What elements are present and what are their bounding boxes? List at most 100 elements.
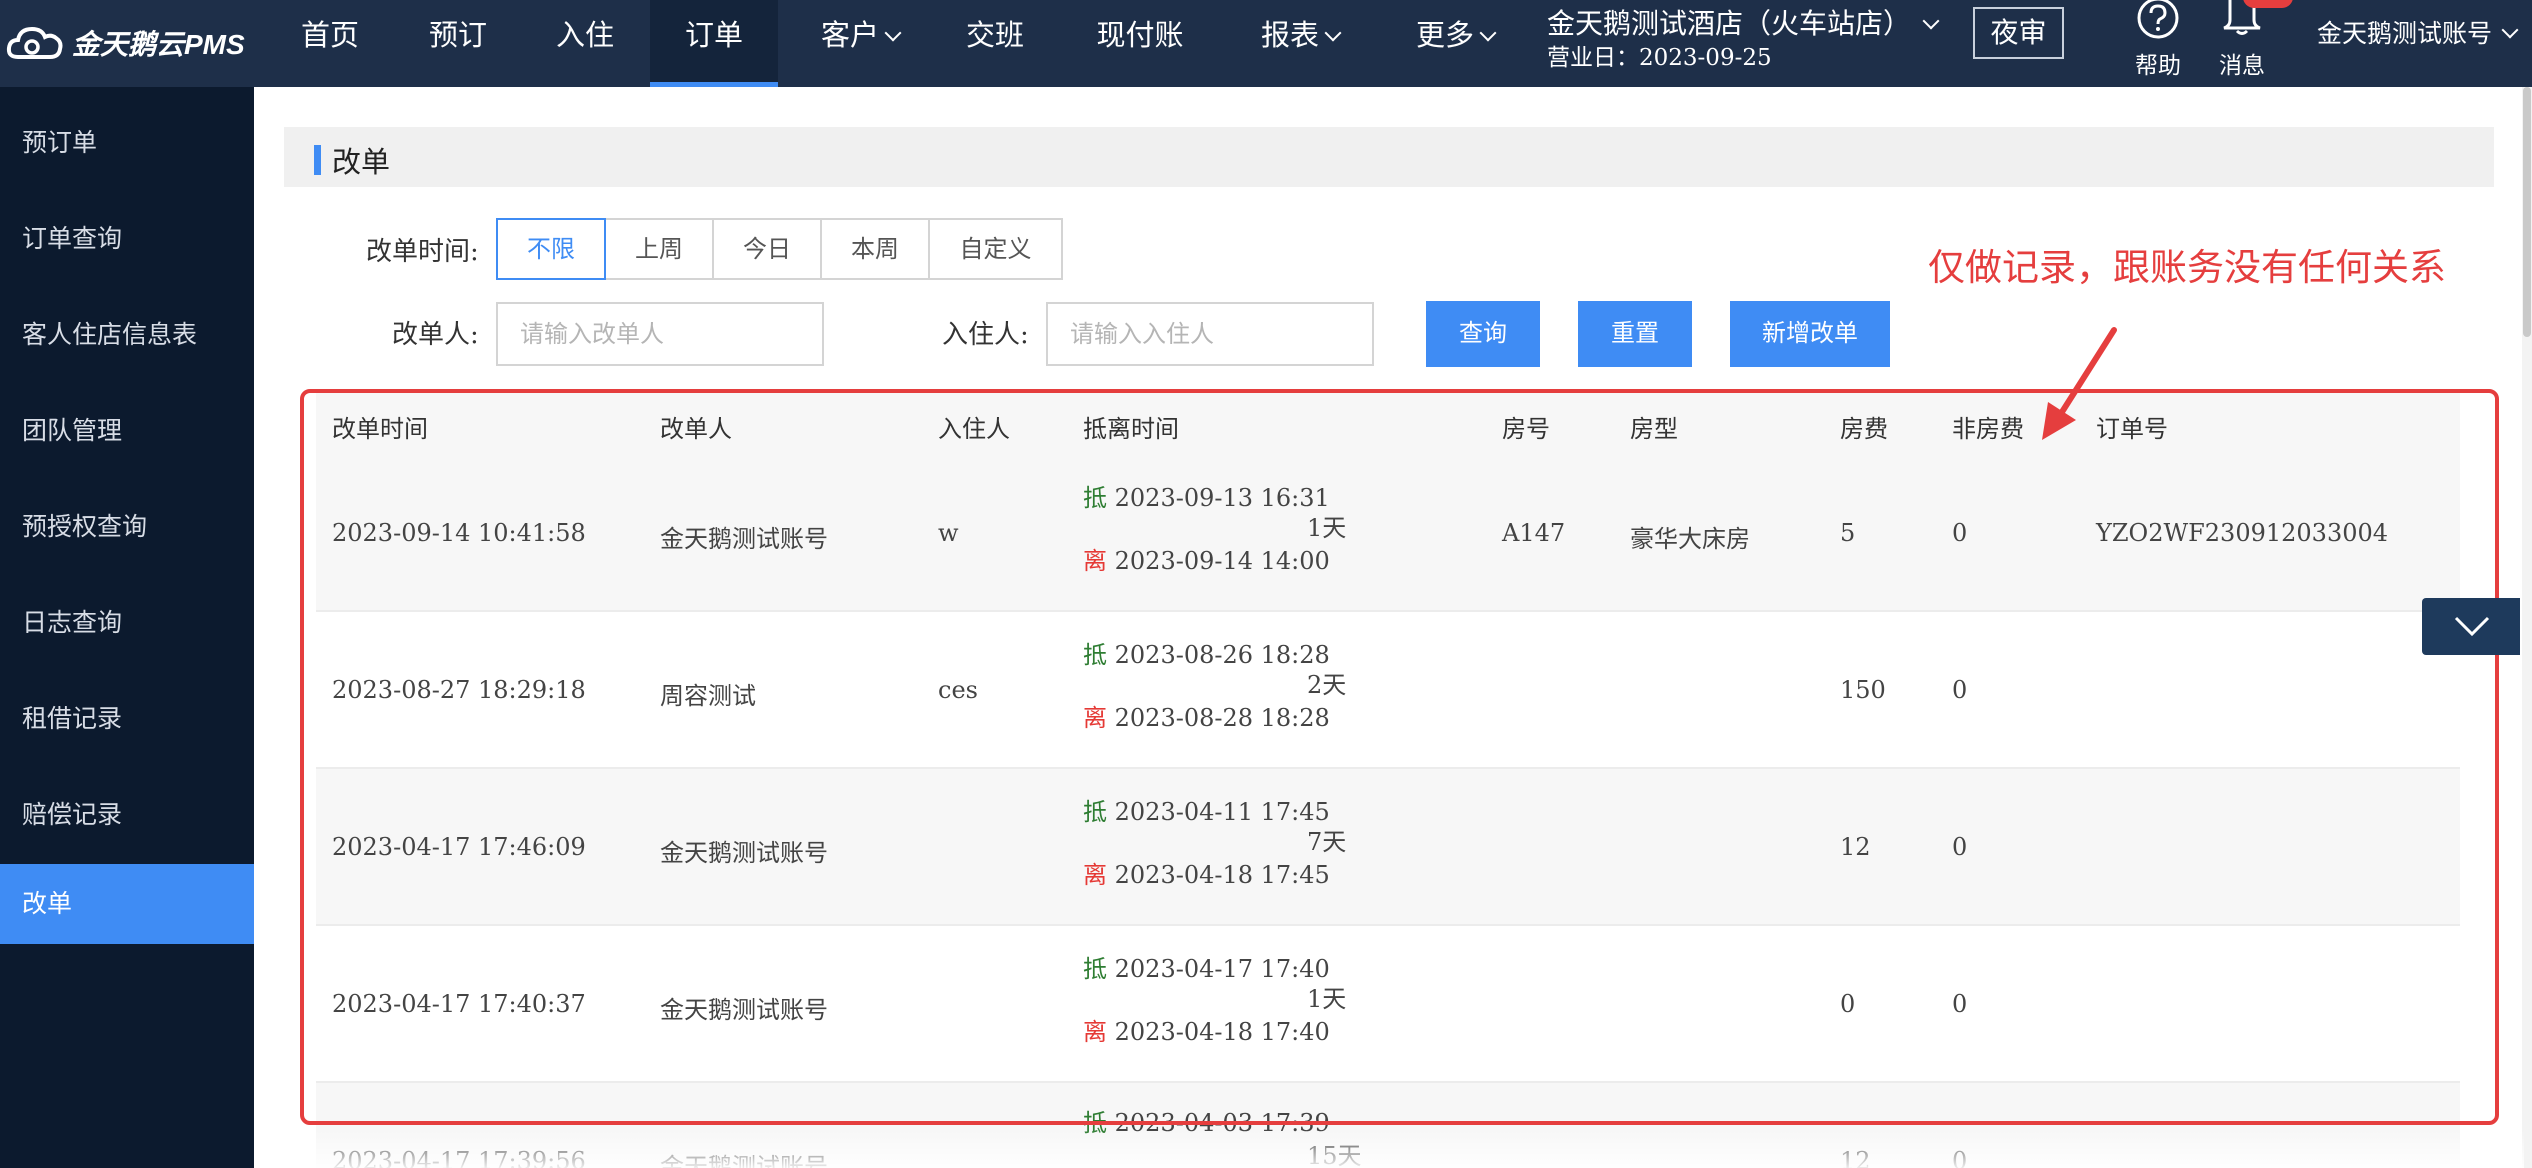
account-menu[interactable]: 金天鹅测试账号 xyxy=(2317,14,2519,50)
cell-change-time: 2023-08-27 18:29:18 xyxy=(332,676,586,704)
depart-tag: 离 xyxy=(1083,704,1107,732)
nav-cash-accounts[interactable]: 现付账 xyxy=(1085,0,1195,87)
nav-label: 交班 xyxy=(965,18,1024,52)
cell-modifier: 金天鹅测试账号 xyxy=(660,525,828,553)
cell-modifier: 金天鹅测试账号 xyxy=(660,1153,828,1168)
cell-room-fee: 0 xyxy=(1840,990,1856,1018)
table-row[interactable]: 2023-09-14 10:41:58 金天鹅测试账号 w 抵 2023-09-… xyxy=(316,455,2460,612)
reset-button[interactable]: 重置 xyxy=(1578,301,1692,367)
hotel-name: 金天鹅测试酒店（火车站店） xyxy=(1547,7,1912,40)
sidebar-item-compensation-records[interactable]: 赔偿记录 xyxy=(0,775,254,855)
table-row[interactable]: 2023-04-17 17:39:56 金天鹅测试账号 抵 2023-04-03… xyxy=(316,1083,2460,1168)
cell-change-time: 2023-09-14 10:41:58 xyxy=(332,519,586,547)
arrive-tag: 抵 xyxy=(1083,1109,1107,1137)
sidebar-item-rental-records[interactable]: 租借记录 xyxy=(0,679,254,759)
chevron-down-icon xyxy=(2501,21,2519,39)
sidebar-item-group-management[interactable]: 团队管理 xyxy=(0,391,254,471)
col-room-no: 房号 xyxy=(1502,415,1550,443)
arrive-tag: 抵 xyxy=(1083,641,1107,669)
cell-other-fee: 0 xyxy=(1952,990,1968,1018)
nav-customers[interactable]: 客户 xyxy=(805,0,915,87)
cell-other-fee: 0 xyxy=(1952,1147,1968,1168)
sidebar-item-label: 团队管理 xyxy=(22,416,123,445)
cell-depart: 离 2023-04-18 17:40 xyxy=(1083,1012,1330,1047)
cloud-logo-icon xyxy=(6,26,63,59)
cell-arrive: 抵 2023-08-26 18:28 xyxy=(1083,635,1330,670)
change-time-label: 改单时间: xyxy=(366,237,479,267)
annotation-arrow-icon xyxy=(2042,327,2117,440)
add-order-change-button[interactable]: 新增改单 xyxy=(1730,301,1890,367)
nav-more[interactable]: 更多 xyxy=(1400,0,1510,87)
cell-arrive: 抵 2023-04-17 17:40 xyxy=(1083,949,1330,984)
arrive-time: 2023-04-17 17:40 xyxy=(1114,955,1330,983)
scrollbar-thumb[interactable] xyxy=(2523,87,2531,337)
sidebar-item-label: 赔偿记录 xyxy=(22,800,123,829)
col-stay-dates: 抵离时间 xyxy=(1083,415,1179,443)
sidebar-item-label: 预授权查询 xyxy=(22,512,148,541)
chevron-down-icon xyxy=(884,24,902,42)
time-filter-today[interactable]: 今日 xyxy=(712,218,822,280)
nav-reports[interactable]: 报表 xyxy=(1245,0,1355,87)
business-date: 营业日：2023-09-25 xyxy=(1547,45,1772,71)
vertical-scrollbar[interactable] xyxy=(2522,87,2532,1168)
sidebar-item-preauth-search[interactable]: 预授权查询 xyxy=(0,487,254,567)
app-logo[interactable]: 金天鹅云PMS xyxy=(6,14,245,72)
nav-reservation[interactable]: 预订 xyxy=(413,0,503,87)
sidebar-item-order-search[interactable]: 订单查询 xyxy=(0,199,254,279)
nav-label: 订单 xyxy=(684,18,743,52)
arrive-time: 2023-04-03 17:39 xyxy=(1114,1109,1330,1137)
table-row[interactable]: 2023-08-27 18:29:18 周容测试 ces 抵 2023-08-2… xyxy=(316,612,2460,769)
cell-room-fee: 5 xyxy=(1840,519,1856,547)
cell-room-fee: 150 xyxy=(1840,676,1886,704)
nav-label: 报表 xyxy=(1260,18,1319,52)
query-button[interactable]: 查询 xyxy=(1426,301,1540,367)
cell-nights: 1天 xyxy=(1307,514,1347,542)
table-row[interactable]: 2023-04-17 17:46:09 金天鹅测试账号 抵 2023-04-11… xyxy=(316,769,2460,926)
nav-label: 入住 xyxy=(555,18,614,52)
night-audit-button[interactable]: 夜审 xyxy=(1973,7,2064,59)
nav-orders[interactable]: 订单 xyxy=(650,0,778,87)
sidebar-item-reservations[interactable]: 预订单 xyxy=(0,103,254,183)
cell-change-time: 2023-04-17 17:39:56 xyxy=(332,1147,586,1168)
cell-room-fee: 12 xyxy=(1840,833,1871,861)
help-label: 帮助 xyxy=(2135,53,2181,79)
cell-room-type: 豪华大床房 xyxy=(1630,525,1750,553)
sidebar-item-guest-info[interactable]: 客人住店信息表 xyxy=(0,295,254,375)
nav-checkin[interactable]: 入住 xyxy=(540,0,630,87)
table-row[interactable]: 2023-04-17 17:40:37 金天鹅测试账号 抵 2023-04-17… xyxy=(316,926,2460,1083)
cell-arrive: 抵 2023-04-11 17:45 xyxy=(1083,792,1330,827)
nav-shift-handover[interactable]: 交班 xyxy=(950,0,1040,87)
cell-room-fee: 12 xyxy=(1840,1147,1871,1168)
modifier-input[interactable] xyxy=(496,302,824,366)
arrive-time: 2023-09-13 16:31 xyxy=(1114,484,1330,512)
col-room-fee: 房费 xyxy=(1840,415,1888,443)
depart-time: 2023-08-28 18:28 xyxy=(1114,704,1330,732)
sidebar-item-label: 预订单 xyxy=(22,128,98,157)
cell-depart: 离 2023-08-28 18:28 xyxy=(1083,698,1330,733)
time-filter-unlimited[interactable]: 不限 xyxy=(496,218,606,280)
collapse-toggle[interactable] xyxy=(2422,598,2520,655)
cell-modifier: 金天鹅测试账号 xyxy=(660,996,828,1024)
cell-guest: w xyxy=(938,519,959,547)
cell-nights: 2天 xyxy=(1307,671,1347,699)
col-other-fee: 非房费 xyxy=(1952,415,2024,443)
col-change-time: 改单时间 xyxy=(332,415,428,443)
sidebar-item-label: 客人住店信息表 xyxy=(22,320,198,349)
sidebar-item-order-changes[interactable]: 改单 xyxy=(0,864,254,944)
arrive-tag: 抵 xyxy=(1083,484,1107,512)
depart-time: 2023-04-18 17:40 xyxy=(1114,1018,1330,1046)
messages-label: 消息 xyxy=(2219,53,2265,79)
hotel-selector[interactable]: 金天鹅测试酒店（火车站店） xyxy=(1547,2,1940,42)
cell-guest: ces xyxy=(938,676,978,704)
sidebar-item-log-search[interactable]: 日志查询 xyxy=(0,583,254,663)
time-filter-last-week[interactable]: 上周 xyxy=(604,218,714,280)
depart-tag: 离 xyxy=(1083,547,1107,575)
guest-input[interactable] xyxy=(1046,302,1374,366)
depart-tag: 离 xyxy=(1083,1018,1107,1046)
time-filter-this-week[interactable]: 本周 xyxy=(820,218,930,280)
guest-label: 入住人: xyxy=(942,320,1029,350)
sidebar-item-label: 租借记录 xyxy=(22,704,123,733)
help-icon xyxy=(2137,0,2179,39)
nav-home[interactable]: 首页 xyxy=(285,0,375,87)
time-filter-custom[interactable]: 自定义 xyxy=(928,218,1063,280)
